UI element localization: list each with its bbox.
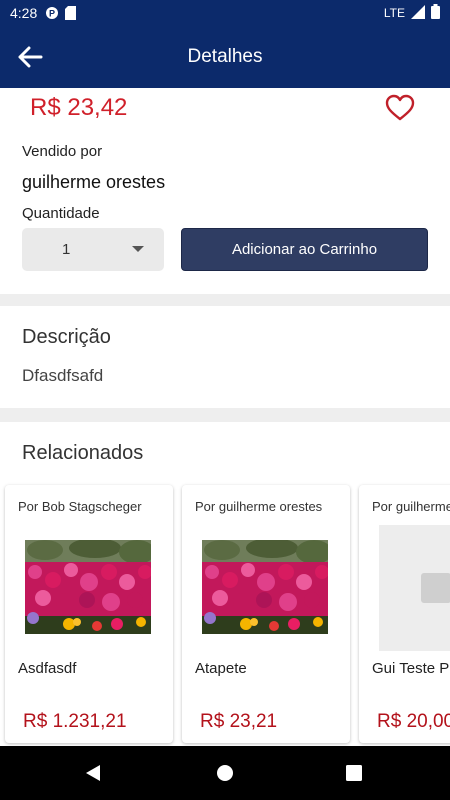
signal-icon [411,4,425,22]
image-placeholder-icon [421,573,450,603]
chevron-down-icon [132,246,144,252]
app-bar: Detalhes [0,26,450,88]
product-image [202,540,328,634]
home-circle-icon[interactable] [216,764,234,782]
related-title: Relacionados [22,442,144,464]
quantity-value: 1 [62,241,71,258]
related-product-seller: Por Bob Stagscheger [18,499,142,514]
back-triangle-icon[interactable] [84,764,102,782]
related-card: Relacionados Por Bob Stagscheger Asdfasd… [0,422,450,746]
product-price: R$ 23,42 [30,94,128,121]
battery-icon [431,4,440,22]
related-product-card[interactable]: Por Bob Stagscheger Asdfasdf R$ 1.231,21 [5,485,173,743]
related-product-name: Gui Teste Produto [372,660,450,677]
seller-name: guilherme orestes [22,172,166,192]
product-summary-card: R$ 23,42 Vendido por guilherme orestes Q… [0,88,450,294]
related-product-price: R$ 23,21 [200,711,278,732]
svg-text:P: P [49,9,55,19]
status-time: 4:28 [10,5,38,21]
related-product-price: R$ 1.231,21 [23,711,127,732]
details-content[interactable]: R$ 23,42 Vendido por guilherme orestes Q… [0,88,450,746]
related-product-seller: Por guilherme orestes [195,499,323,514]
product-image [25,540,151,634]
related-product-seller: Por guilherme orestes [372,499,450,514]
arrow-back-icon[interactable] [14,42,46,72]
related-product-name: Asdfasdf [18,660,77,677]
description-text: Dfasdfsafd [22,366,104,385]
description-title: Descrição [22,326,111,348]
quantity-select[interactable]: 1 [22,228,164,271]
description-card: Descrição Dfasdfsafd [0,306,450,408]
page-title: Detalhes [187,46,263,67]
related-product-card[interactable]: Por guilherme orestes Gui Teste Produto … [359,485,450,743]
sold-by-label: Vendido por [22,143,103,160]
sd-card-icon [65,6,77,20]
add-to-cart-button[interactable]: Adicionar ao Carrinho [181,228,428,271]
related-product-name: Atapete [195,660,247,677]
related-product-card[interactable]: Por guilherme orestes Atapete R$ 23,21 [182,485,350,743]
system-nav-bar [0,746,450,800]
quantity-label: Quantidade [22,205,100,222]
network-label: LTE [383,6,405,20]
status-bar: 4:28 P LTE [0,0,450,26]
heart-outline-icon[interactable] [385,94,415,122]
related-product-price: R$ 20,00 [377,711,450,732]
notification-icon: P [45,6,59,20]
product-image-placeholder [379,525,450,651]
recents-square-icon[interactable] [346,765,362,781]
